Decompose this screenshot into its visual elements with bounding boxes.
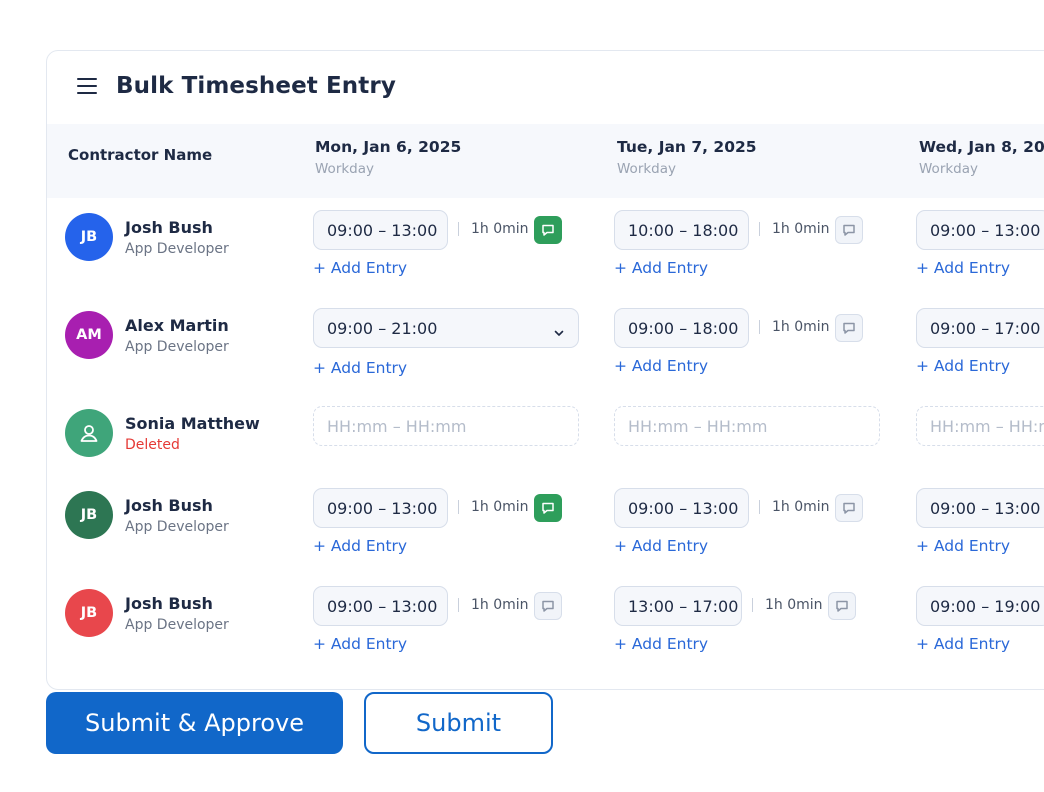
page-title: Bulk Timesheet Entry xyxy=(116,73,396,99)
time-range-field[interactable]: 09:00 – 13:00 xyxy=(313,488,448,528)
comment-icon[interactable] xyxy=(828,592,856,620)
time-range-text: 09:00 – 18:00 xyxy=(628,318,739,338)
day-type: Workday xyxy=(617,161,677,177)
avatar: JB xyxy=(65,213,113,261)
duration-label: 1h 0min xyxy=(471,499,529,515)
deleted-status: Deleted xyxy=(125,437,180,453)
contractor-role: App Developer xyxy=(125,617,229,633)
time-range-field[interactable]: 09:00 – 18:00 xyxy=(614,308,749,348)
time-range-input[interactable]: HH:mm – HH:mm xyxy=(313,406,579,446)
add-entry-link[interactable]: + Add Entry xyxy=(313,359,407,377)
add-entry-link[interactable]: + Add Entry xyxy=(614,357,708,375)
time-range-field[interactable]: 09:00 – 17:00 xyxy=(916,308,1044,348)
time-range-text: 09:00 – 17:00 xyxy=(930,318,1041,338)
time-range-field[interactable]: 09:00 – 13:00 xyxy=(916,210,1044,250)
avatar: JB xyxy=(65,589,113,637)
table-header: Contractor Name Mon, Jan 6, 2025 Workday… xyxy=(47,124,1044,198)
timesheet-card: Bulk Timesheet Entry Contractor Name Mon… xyxy=(46,50,1044,690)
time-range-text: 09:00 – 19:00 xyxy=(930,596,1041,616)
time-range-field[interactable]: 09:00 – 13:00 xyxy=(313,210,448,250)
comment-icon[interactable] xyxy=(534,216,562,244)
avatar: JB xyxy=(65,491,113,539)
separator xyxy=(458,500,459,514)
add-entry-link[interactable]: + Add Entry xyxy=(916,537,1010,555)
hamburger-menu-icon[interactable] xyxy=(77,78,97,96)
duration-label: 1h 0min xyxy=(471,597,529,613)
add-entry-link[interactable]: + Add Entry xyxy=(614,259,708,277)
comment-icon[interactable] xyxy=(534,494,562,522)
add-entry-link[interactable]: + Add Entry xyxy=(614,635,708,653)
time-range-text: 09:00 – 13:00 xyxy=(327,220,438,240)
day-header-wed: Wed, Jan 8, 2025 Workday xyxy=(919,138,1044,177)
contractor-column-header: Contractor Name xyxy=(68,146,213,164)
chevron-down-icon xyxy=(554,323,564,336)
day-header-tue: Tue, Jan 7, 2025 Workday xyxy=(617,138,757,177)
time-range-text: 10:00 – 18:00 xyxy=(628,220,739,240)
contractor-name: Josh Bush xyxy=(125,594,213,613)
time-range-text: HH:mm – HH:mm xyxy=(930,416,1044,436)
avatar: AM xyxy=(65,311,113,359)
time-range-text: 09:00 – 21:00 xyxy=(327,318,438,338)
time-range-field[interactable]: 09:00 – 19:00 xyxy=(916,586,1044,626)
comment-icon[interactable] xyxy=(835,314,863,342)
contractor-name: Alex Martin xyxy=(125,316,229,335)
comment-icon[interactable] xyxy=(835,216,863,244)
contractor-role: App Developer xyxy=(125,339,229,355)
day-header-mon: Mon, Jan 6, 2025 Workday xyxy=(315,138,461,177)
contractor-role: App Developer xyxy=(125,519,229,535)
avatar xyxy=(65,409,113,457)
duration-label: 1h 0min xyxy=(772,499,830,515)
contractor-name: Sonia Matthew xyxy=(125,414,260,433)
time-range-text: 09:00 – 13:00 xyxy=(930,220,1041,240)
add-entry-link[interactable]: + Add Entry xyxy=(313,537,407,555)
day-date: Tue, Jan 7, 2025 xyxy=(617,138,757,156)
comment-icon[interactable] xyxy=(534,592,562,620)
add-entry-link[interactable]: + Add Entry xyxy=(916,357,1010,375)
add-entry-link[interactable]: + Add Entry xyxy=(313,635,407,653)
comment-icon[interactable] xyxy=(835,494,863,522)
time-range-text: 09:00 – 13:00 xyxy=(327,596,438,616)
contractor-role: App Developer xyxy=(125,241,229,257)
separator xyxy=(458,598,459,612)
add-entry-link[interactable]: + Add Entry xyxy=(313,259,407,277)
time-range-field[interactable]: 09:00 – 13:00 xyxy=(614,488,749,528)
add-entry-link[interactable]: + Add Entry xyxy=(916,259,1010,277)
time-range-field[interactable]: 09:00 – 13:00 xyxy=(313,586,448,626)
time-range-input[interactable]: HH:mm – HH:mm xyxy=(614,406,880,446)
time-range-text: HH:mm – HH:mm xyxy=(327,416,467,436)
submit-approve-button[interactable]: Submit & Approve xyxy=(46,692,343,754)
time-range-text: HH:mm – HH:mm xyxy=(628,416,768,436)
time-range-field[interactable]: 10:00 – 18:00 xyxy=(614,210,749,250)
duration-label: 1h 0min xyxy=(772,221,830,237)
separator xyxy=(458,222,459,236)
time-range-text: 09:00 – 13:00 xyxy=(628,498,739,518)
time-range-text: 09:00 – 13:00 xyxy=(327,498,438,518)
contractor-name: Josh Bush xyxy=(125,496,213,515)
time-range-field[interactable]: 09:00 – 21:00 xyxy=(313,308,579,348)
submit-button[interactable]: Submit xyxy=(364,692,553,754)
day-type: Workday xyxy=(315,161,375,177)
app-stage: Bulk Timesheet Entry Contractor Name Mon… xyxy=(0,0,1044,792)
day-date: Wed, Jan 8, 2025 xyxy=(919,138,1044,156)
day-date: Mon, Jan 6, 2025 xyxy=(315,138,462,156)
time-range-field[interactable]: 09:00 – 13:00 xyxy=(916,488,1044,528)
card-header: Bulk Timesheet Entry xyxy=(47,51,1044,123)
add-entry-link[interactable]: + Add Entry xyxy=(916,635,1010,653)
duration-label: 1h 0min xyxy=(765,597,823,613)
separator xyxy=(759,222,760,236)
time-range-field[interactable]: 13:00 – 17:00 xyxy=(614,586,742,626)
add-entry-link[interactable]: + Add Entry xyxy=(614,537,708,555)
time-range-text: 09:00 – 13:00 xyxy=(930,498,1041,518)
duration-label: 1h 0min xyxy=(471,221,529,237)
separator xyxy=(752,598,753,612)
user-icon xyxy=(80,425,98,442)
duration-label: 1h 0min xyxy=(772,319,830,335)
time-range-text: 13:00 – 17:00 xyxy=(628,596,739,616)
separator xyxy=(759,320,760,334)
contractor-name: Josh Bush xyxy=(125,218,213,237)
separator xyxy=(759,500,760,514)
time-range-input[interactable]: HH:mm – HH:mm xyxy=(916,406,1044,446)
day-type: Workday xyxy=(919,161,979,177)
